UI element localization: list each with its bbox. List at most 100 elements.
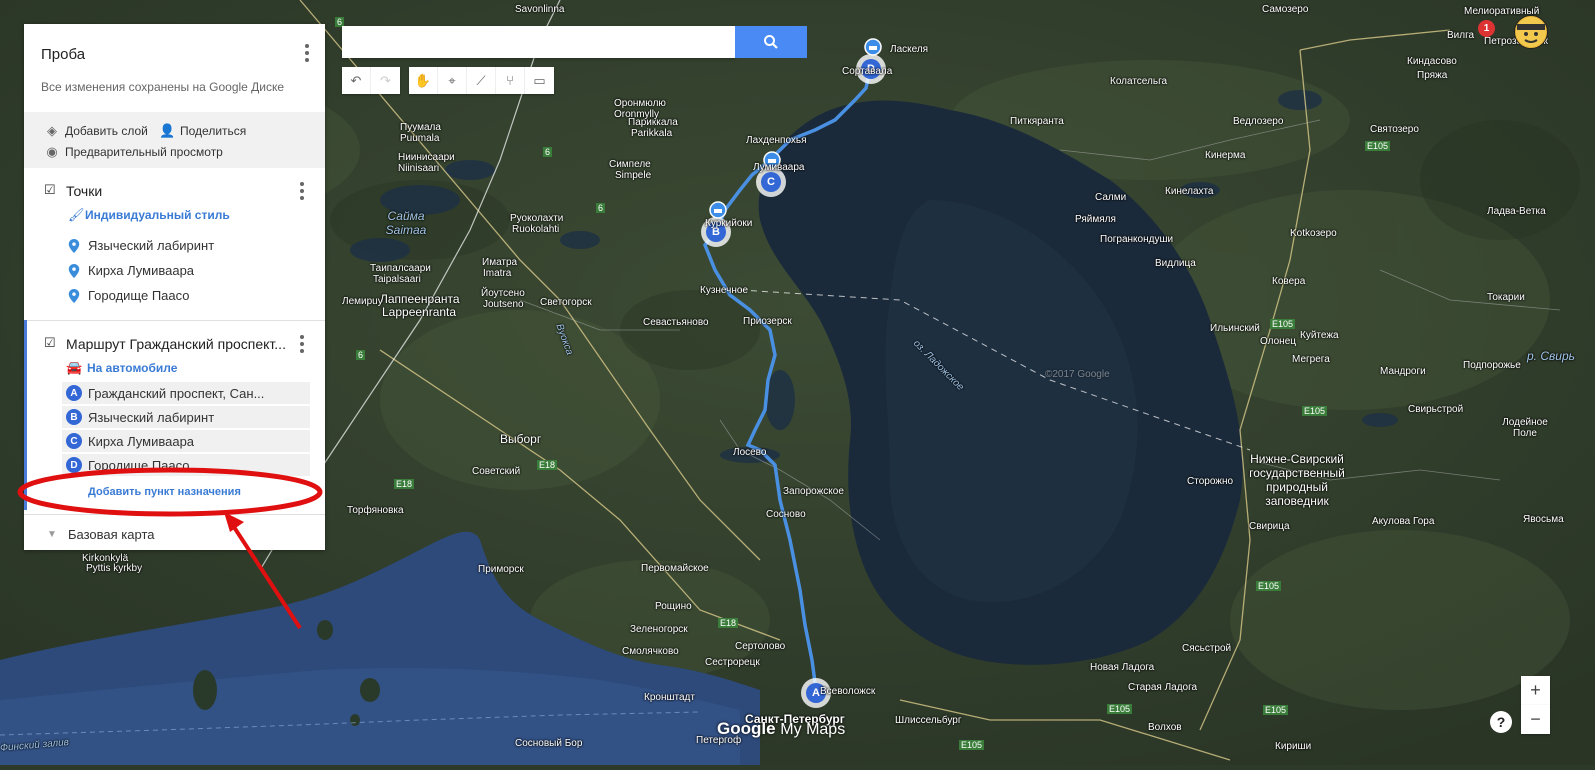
layers-icon: ◈ [47, 123, 57, 138]
road-badge: E105 [1107, 704, 1133, 714]
map-label: Смолячково [622, 646, 679, 657]
directions-icon[interactable]: ⑂ [496, 67, 525, 94]
avatar[interactable] [1514, 15, 1548, 49]
map-label: Ruokolahti [512, 224, 560, 235]
map-label: Ниинисаари [398, 152, 455, 163]
map-label: Сертолово [735, 641, 786, 652]
preview-button[interactable]: ◉ Предварительный просмотр [44, 144, 223, 160]
style-link[interactable]: 🖌 Индивидуальный стиль [68, 207, 230, 223]
map-label: Свирьстрой [1408, 404, 1464, 415]
map-label: Волхов [1148, 722, 1182, 733]
map-label: Лосево [733, 447, 767, 458]
map-label: Олонец [1260, 336, 1296, 347]
undo-icon[interactable]: ↶ [342, 67, 371, 94]
hand-icon[interactable]: ✋ [409, 67, 438, 94]
zoom-out-button[interactable]: − [1521, 705, 1550, 734]
map-label: Parikkala [631, 128, 673, 139]
layer-checkbox[interactable]: ☑ [44, 183, 56, 196]
road-badge: E18 [718, 618, 739, 628]
map-label: Ласкеля [890, 44, 929, 55]
map-title[interactable]: Проба [41, 46, 85, 63]
add-destination-link[interactable]: Добавить пункт назначения [88, 486, 241, 498]
list-item[interactable]: Городище Паасо [68, 288, 190, 303]
map-label: Oronmylly [614, 109, 660, 120]
waypoint-row[interactable]: B Языческий лабиринт [62, 406, 310, 428]
search-input[interactable] [342, 26, 735, 58]
map-label: Lappeenranta [382, 305, 457, 319]
map-label: Колатсельга [1110, 76, 1168, 87]
search-icon [764, 35, 778, 49]
map-pin-icon[interactable] [863, 37, 883, 57]
waypoint-letter: B [66, 409, 82, 425]
waypoint-letter: A [66, 385, 82, 401]
layer-checkbox[interactable]: ☑ [44, 336, 56, 349]
more-options-icon[interactable] [305, 44, 309, 65]
map-label: Сторожно [1187, 476, 1234, 487]
road-badge: 6 [356, 350, 366, 360]
point-label: Кирха Лумиваара [88, 263, 195, 278]
map-label: Таипалсаари [370, 263, 431, 274]
waypoint-label: Языческий лабиринт [88, 409, 215, 425]
map-label: Ведлозеро [1233, 116, 1284, 127]
draw-line-icon[interactable]: ⟋ [467, 67, 496, 94]
map-label: Сайма Saimaa [385, 209, 427, 237]
map-label: Taipalsaari [373, 274, 421, 285]
waypoint-row[interactable]: A Гражданский проспект, Сан... [62, 382, 310, 404]
map-label: Ладва-Ветка [1487, 206, 1546, 217]
layer-title[interactable]: Маршрут Гражданский проспект... [66, 336, 286, 352]
map-label: Joutseno [483, 299, 524, 310]
marker-icon[interactable]: ⌖ [438, 67, 467, 94]
waypoint-row[interactable]: D Городище Паасо [62, 454, 310, 476]
map-label: Всеволожск [820, 686, 876, 697]
map-label: Куйтежа [1300, 330, 1339, 341]
map-label: Ряймяля [1075, 214, 1116, 225]
list-item[interactable]: Кирха Лумиваара [68, 263, 194, 278]
panel-actions: ◈ Добавить слой 👤 Поделиться ◉ Предварит… [24, 112, 325, 168]
search-button[interactable] [735, 26, 807, 58]
map-label: Кронштадт [644, 692, 695, 703]
map-label: Погранкондуши [1100, 234, 1174, 245]
style-label: Индивидуальный стиль [85, 208, 230, 222]
waypoint-row[interactable]: C Кирха Лумиваара [62, 430, 310, 452]
travel-mode-link[interactable]: 🚘 На автомобиле [66, 360, 177, 376]
zoom-in-button[interactable]: + [1521, 676, 1550, 705]
location-pin-icon [68, 238, 80, 253]
map-label: Сестрорецк [705, 657, 760, 668]
map-label: Старая Ладога [1128, 682, 1198, 693]
map-label: Приозерск [743, 316, 792, 327]
location-pin-icon [68, 288, 80, 303]
caret-down-icon: ▼ [47, 529, 57, 540]
map-label: Токарии [1487, 292, 1525, 303]
tools-group: ✋ ⌖ ⟋ ⑂ ▭ [409, 67, 554, 94]
waypoint-label: Кирха Лумиваара [88, 433, 195, 449]
save-status: Все изменения сохранены на Google Диске [41, 80, 285, 94]
share-button[interactable]: 👤 Поделиться [159, 123, 246, 139]
map-label: Лаппеенранта [380, 292, 460, 306]
help-button[interactable]: ? [1490, 711, 1512, 733]
car-icon: 🚘 [66, 360, 83, 375]
map-label: Видлица [1155, 258, 1196, 269]
basemap-toggle[interactable]: ▼ Базовая карта [44, 527, 154, 542]
layer-options-icon[interactable] [300, 182, 304, 203]
map-label: Выборг [500, 432, 542, 446]
layer-options-icon[interactable] [300, 335, 304, 356]
map-label: Лахденпохья [746, 135, 807, 146]
map-label: Оронмюлю [614, 98, 666, 109]
map-label: Кузнечное [700, 285, 749, 296]
add-layer-button[interactable]: ◈ Добавить слой [44, 123, 148, 139]
redo-icon[interactable]: ↷ [371, 67, 400, 94]
map-label: Мандроги [1380, 366, 1426, 377]
road-badge: E18 [394, 479, 415, 489]
layer-title[interactable]: Точки [66, 183, 102, 199]
share-label: Поделиться [180, 124, 247, 138]
ruler-icon[interactable]: ▭ [525, 67, 554, 94]
map-label: Лумиваара [753, 162, 805, 173]
notification-badge[interactable]: 1 [1478, 20, 1495, 37]
map-label: Симпеле [609, 159, 651, 170]
map-label: Советский [472, 466, 521, 477]
list-item[interactable]: Языческий лабиринт [68, 238, 214, 253]
map-pin-icon[interactable] [708, 200, 728, 220]
map-label: Puumala [400, 133, 440, 144]
map-label: Сосново [766, 509, 806, 520]
map-label: Свирица [1249, 521, 1290, 532]
